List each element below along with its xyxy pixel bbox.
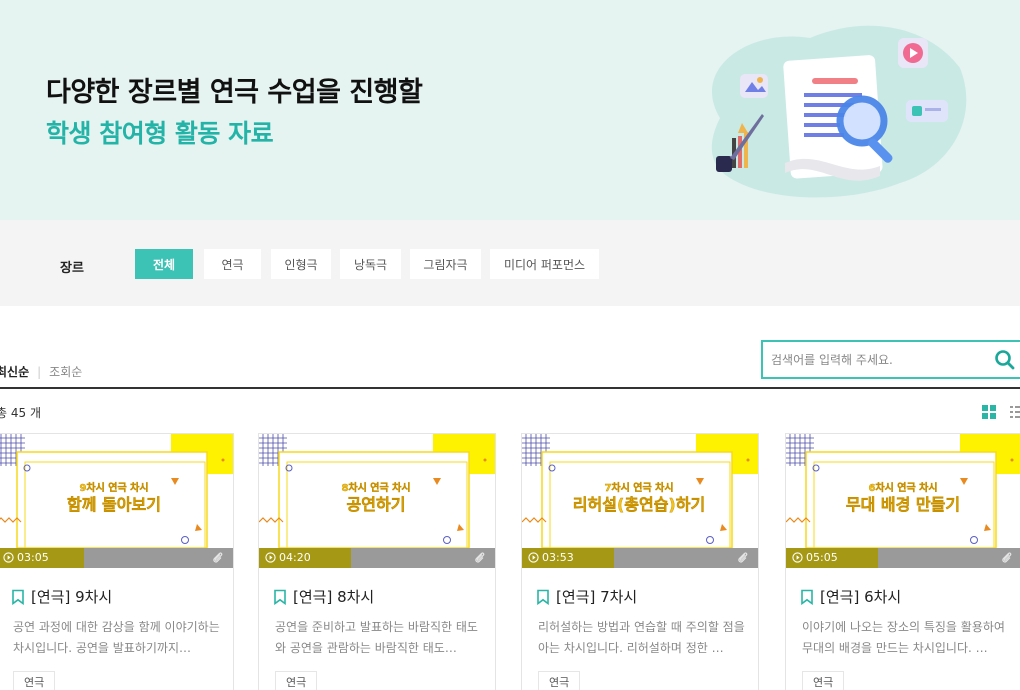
- attachment-icon: [1002, 552, 1012, 563]
- genre-tag: 연극: [275, 671, 318, 690]
- list-divider: [0, 387, 1020, 389]
- genre-tag: 연극: [802, 671, 845, 690]
- genre-chip-media-performance[interactable]: 미디어 퍼포먼스: [490, 249, 599, 279]
- thumbnail-title: 9차시 연극 차시 함께 돌아보기: [19, 482, 209, 515]
- genre-chip-theater[interactable]: 연극: [204, 249, 261, 279]
- genre-chip-puppet[interactable]: 인형극: [271, 249, 331, 279]
- video-duration-text: 04:20: [279, 551, 311, 564]
- bookmark-icon[interactable]: [800, 589, 814, 605]
- lesson-title[interactable]: [연극] 6차시: [800, 586, 901, 607]
- attachment-icon: [738, 552, 748, 563]
- lesson-thumbnail[interactable]: 6차시 연극 차시 무대 배경 만들기 05:05: [786, 434, 1020, 568]
- lesson-title[interactable]: [연극] 7차시: [536, 586, 637, 607]
- play-icon: [3, 552, 14, 563]
- lesson-title-text: [연극] 6차시: [820, 588, 902, 606]
- video-progress-bar[interactable]: 05:05: [786, 548, 1020, 568]
- hero-banner: 다양한 장르별 연극 수업을 진행할 학생 참여형 활동 자료: [0, 0, 1020, 220]
- attachment-icon: [475, 552, 485, 563]
- sort-views[interactable]: 조회순: [49, 363, 82, 380]
- genre-chip-reading[interactable]: 낭독극: [340, 249, 401, 279]
- lesson-thumbnail[interactable]: 9차시 연극 차시 함께 돌아보기 03:05: [0, 434, 233, 568]
- genre-filter-bar: 장르 전체 연극 인형극 낭독극 그림자극 미디어 퍼포먼스: [0, 220, 1020, 306]
- sort-divider: |: [37, 364, 42, 379]
- bookmark-icon[interactable]: [536, 589, 550, 605]
- genre-label: 장르: [60, 261, 84, 276]
- thumbnail-caption: 6차시 연극 차시: [868, 483, 938, 494]
- thumbnail-caption: 8차시 연극 차시: [341, 483, 411, 494]
- thumbnail-heading: 공연하기: [346, 495, 406, 514]
- video-duration: 03:53: [528, 551, 574, 564]
- thumbnail-caption: 7차시 연극 차시: [604, 483, 674, 494]
- search-box: [761, 340, 1020, 379]
- lesson-thumbnail[interactable]: 8차시 연극 차시 공연하기 04:20: [259, 434, 495, 568]
- video-duration-text: 03:05: [17, 551, 49, 564]
- bookmark-icon[interactable]: [11, 589, 25, 605]
- thumbnail-title: 7차시 연극 차시 리허설(총연습)하기: [544, 482, 734, 515]
- genre-chip-shadow[interactable]: 그림자극: [410, 249, 481, 279]
- thumbnail-heading: 함께 돌아보기: [67, 495, 161, 514]
- play-icon: [792, 552, 803, 563]
- video-duration: 04:20: [265, 551, 311, 564]
- grid-view-icon[interactable]: [982, 405, 996, 419]
- sort-latest[interactable]: 최신순: [0, 363, 29, 380]
- genre-tag: 연극: [538, 671, 581, 690]
- hero-title: 다양한 장르별 연극 수업을 진행할: [46, 77, 423, 108]
- hero-subtitle: 학생 참여형 활동 자료: [46, 119, 274, 148]
- video-duration: 03:05: [3, 551, 49, 564]
- lesson-thumbnail[interactable]: 7차시 연극 차시 리허설(총연습)하기 03:53: [522, 434, 758, 568]
- total-count: 총 45 개: [0, 406, 41, 420]
- attachment-icon: [213, 552, 223, 563]
- bookmark-icon[interactable]: [273, 589, 287, 605]
- thumbnail-title: 8차시 연극 차시 공연하기: [281, 482, 471, 515]
- thumbnail-heading: 리허설(총연습)하기: [572, 495, 706, 514]
- lesson-title-text: [연극] 8차시: [293, 588, 375, 606]
- search-input[interactable]: [771, 350, 971, 370]
- play-icon: [265, 552, 276, 563]
- thumbnail-heading: 무대 배경 만들기: [845, 495, 961, 514]
- lesson-title[interactable]: [연극] 8차시: [273, 586, 374, 607]
- document-search-illustration: [711, 25, 967, 198]
- sort-options: 최신순 | 조회순: [0, 363, 82, 380]
- thumbnail-caption: 9차시 연극 차시: [79, 483, 149, 494]
- lesson-description: 공연을 준비하고 발표하는 바람직한 태도와 공연을 관람하는 바람직한 태도…: [275, 620, 478, 655]
- video-progress-bar[interactable]: 03:53: [522, 548, 758, 568]
- lesson-description: 이야기에 나오는 장소의 특징을 활용하여 무대의 배경을 만드는 차시입니다.…: [802, 620, 1005, 655]
- video-duration-text: 03:53: [542, 551, 574, 564]
- lesson-card[interactable]: 7차시 연극 차시 리허설(총연습)하기 03:53 [연극] 7차시 리허설하…: [521, 433, 759, 690]
- video-duration-text: 05:05: [806, 551, 838, 564]
- lesson-card[interactable]: 8차시 연극 차시 공연하기 04:20 [연극] 8차시 공연을 준비하고 발…: [258, 433, 496, 690]
- lesson-title[interactable]: [연극] 9차시: [11, 586, 112, 607]
- genre-chip-all[interactable]: 전체: [135, 249, 193, 279]
- lesson-card[interactable]: 6차시 연극 차시 무대 배경 만들기 05:05 [연극] 6차시 이야기에 …: [785, 433, 1020, 690]
- lesson-description: 리허설하는 방법과 연습할 때 주의할 점을 아는 차시입니다. 리허설하며 정…: [538, 620, 745, 655]
- lesson-title-text: [연극] 7차시: [556, 588, 638, 606]
- genre-tag: 연극: [13, 671, 56, 690]
- list-view-icon[interactable]: [1010, 405, 1020, 419]
- video-duration: 05:05: [792, 551, 838, 564]
- lesson-title-text: [연극] 9차시: [31, 588, 113, 606]
- lesson-description: 공연 과정에 대한 감상을 함께 이야기하는 차시입니다. 공연을 발표하기까지…: [13, 620, 220, 655]
- thumbnail-title: 6차시 연극 차시 무대 배경 만들기: [808, 482, 998, 515]
- search-icon[interactable]: [993, 348, 1017, 372]
- video-progress-bar[interactable]: 03:05: [0, 548, 233, 568]
- play-icon: [528, 552, 539, 563]
- lesson-card[interactable]: 9차시 연극 차시 함께 돌아보기 03:05 [연극] 9차시 공연 과정에 …: [0, 433, 234, 690]
- video-progress-bar[interactable]: 04:20: [259, 548, 495, 568]
